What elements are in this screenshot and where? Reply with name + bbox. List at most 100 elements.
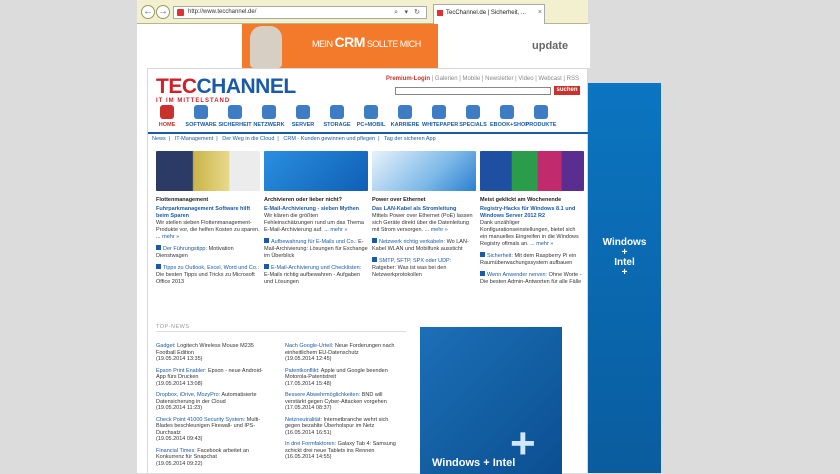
nav-divider bbox=[148, 132, 589, 134]
sub-link[interactable]: SMTP, SFTP, SPX oder UDP: bbox=[379, 258, 451, 264]
search-button[interactable]: suchen bbox=[554, 86, 580, 95]
news-date: (17.05.2014 08:37) bbox=[285, 405, 332, 411]
middle-ad[interactable]: + Windows + Intel bbox=[420, 327, 562, 474]
lock-icon bbox=[228, 105, 242, 119]
sub-link[interactable]: Tipps zu Outlook, Excel, Word und Co.: bbox=[163, 265, 259, 271]
news-link[interactable]: Epson Print Enabler: bbox=[156, 368, 206, 374]
news-link[interactable]: Financial Times: bbox=[156, 448, 196, 454]
link-galerien[interactable]: Galerien bbox=[435, 76, 458, 82]
back-button[interactable]: ← bbox=[141, 5, 155, 19]
bullet-icon bbox=[372, 238, 377, 243]
subnav-news[interactable]: News bbox=[152, 136, 166, 142]
feature-card: Meist geklickt am Wochenende Registry-Ha… bbox=[480, 151, 584, 286]
subnav-crm[interactable]: CRM - Kunden gewinnen und pflegen bbox=[283, 136, 375, 142]
link-rss[interactable]: RSS bbox=[567, 76, 579, 82]
nav-sicherheit[interactable]: SICHERHEIT bbox=[218, 103, 252, 133]
sub-link[interactable]: Aufbewahrung für E-Mails und Co.: bbox=[271, 239, 357, 245]
news-link[interactable]: Bessere Abwehrmöglichkeiten: bbox=[285, 392, 360, 398]
feature-category: Power over Ethernet bbox=[372, 197, 426, 203]
site-logo[interactable]: TECCHANNEL IT IM MITTELSTAND bbox=[156, 76, 296, 104]
premium-login-link[interactable]: Premium-Login bbox=[386, 76, 430, 82]
feature-sub-item: Netzwerk richtig verkabeln: Wo LAN-Kabel… bbox=[372, 238, 476, 253]
news-link[interactable]: Netzneutralität: bbox=[285, 417, 322, 423]
forward-button[interactable]: → bbox=[156, 5, 170, 19]
sub-navigation: News | IT-Management | Der Weg in die Clou… bbox=[152, 136, 439, 142]
laptop-icon bbox=[364, 105, 378, 119]
feature-headline[interactable]: Das LAN-Kabel als Stromleitung bbox=[372, 206, 476, 213]
news-link[interactable]: Nach Google-Urteil: bbox=[285, 343, 333, 349]
sub-link[interactable]: Wenn Anwender nerven: bbox=[487, 272, 547, 278]
nav-home[interactable]: HOME bbox=[150, 103, 184, 133]
news-item: Patentkonflikt: Apple und Google beenden… bbox=[285, 368, 400, 388]
feature-image[interactable] bbox=[480, 151, 584, 191]
address-bar[interactable]: http://www.tecchannel.de/ ⌕ ▾ ↻ bbox=[173, 6, 427, 19]
news-date: (16.05.2014 14:55) bbox=[285, 454, 332, 460]
news-link[interactable]: In drei Formfaktoren: bbox=[285, 441, 336, 447]
subnav-cloud[interactable]: Der Weg in die Cloud bbox=[222, 136, 274, 142]
sidebar-ad[interactable]: Windows + Intel + bbox=[588, 83, 661, 473]
nav-software[interactable]: SOFTWARE bbox=[184, 103, 218, 133]
news-link[interactable]: Dropbox, iDrive, MozyPro: bbox=[156, 392, 220, 398]
top-banner-ad[interactable]: MEIN CRM SOLLTE MICH update bbox=[242, 24, 590, 68]
search-icon[interactable]: ⌕ bbox=[394, 7, 398, 18]
link-video[interactable]: Video bbox=[518, 76, 533, 82]
nav-produkte[interactable]: PRODUKTE bbox=[524, 103, 558, 133]
feature-image[interactable] bbox=[372, 151, 476, 191]
bullet-icon bbox=[372, 257, 377, 262]
nav-storage[interactable]: STORAGE bbox=[320, 103, 354, 133]
news-item: Epson Print Enabler: Epson - neue Androi… bbox=[156, 368, 271, 388]
link-mobile[interactable]: Mobile bbox=[463, 76, 481, 82]
site-container: TECCHANNEL IT IM MITTELSTAND Premium-Log… bbox=[147, 68, 589, 474]
bullet-icon bbox=[264, 264, 269, 269]
news-link[interactable]: Patentkonflikt: bbox=[285, 368, 320, 374]
sub-link[interactable]: Netzwerk richtig verkabeln: bbox=[379, 239, 445, 245]
news-item: Dropbox, iDrive, MozyPro: Automatisierte… bbox=[156, 392, 271, 412]
subnav-it-management[interactable]: IT-Management bbox=[175, 136, 214, 142]
nav-netzwerk[interactable]: NETZWERK bbox=[252, 103, 286, 133]
sub-text: E-Mails richtig aufbewahren - Aufgaben u… bbox=[264, 272, 360, 285]
storage-icon bbox=[330, 105, 344, 119]
feature-headline[interactable]: Registry-Hacks für Windows 8.1 und Windo… bbox=[480, 206, 584, 220]
browser-tab[interactable]: TecChannel.de | Sicherheit, ... × bbox=[433, 4, 545, 24]
feature-headline[interactable]: E-Mail-Archivierung - sieben Mythen bbox=[264, 206, 368, 213]
nav-karriere[interactable]: KARRIERE bbox=[388, 103, 422, 133]
link-webcast[interactable]: Webcast bbox=[539, 76, 562, 82]
feature-headline[interactable]: Fuhrparkmanagement Software hilft beim S… bbox=[156, 206, 260, 220]
tab-title: TecChannel.de | Sicherheit, ... bbox=[446, 10, 526, 16]
bullet-icon bbox=[480, 271, 485, 276]
nav-server[interactable]: SERVER bbox=[286, 103, 320, 133]
link-newsletter[interactable]: Newsletter bbox=[485, 76, 513, 82]
sub-link[interactable]: Sicherheit: bbox=[487, 253, 513, 259]
chevron-down-icon[interactable]: ▾ bbox=[404, 7, 408, 18]
sub-link[interactable]: Der Führungstipp: bbox=[163, 246, 207, 252]
sub-text: Die besten Tipps und Tricks zu Microsoft… bbox=[156, 272, 255, 285]
close-icon[interactable]: × bbox=[538, 5, 542, 21]
nav-ebook-shop[interactable]: EBOOK+SHOP bbox=[490, 103, 529, 133]
feature-image[interactable] bbox=[264, 151, 368, 191]
star-icon bbox=[466, 105, 480, 119]
nav-whitepaper[interactable]: WHITEPAPER bbox=[422, 103, 458, 133]
more-link[interactable]: mehr » bbox=[536, 241, 553, 247]
bullet-icon bbox=[264, 238, 269, 243]
nav-pc-mobil[interactable]: PC+MOBIL bbox=[354, 103, 388, 133]
search-input[interactable] bbox=[395, 87, 551, 95]
more-link[interactable]: mehr » bbox=[330, 227, 347, 233]
news-date: (19.05.2014 13:08) bbox=[156, 380, 203, 387]
news-column-right: Nach Google-Urteil: Neue Forderungen nac… bbox=[285, 343, 400, 466]
book-icon bbox=[500, 105, 514, 119]
feature-text: Wir klären die größten Fehleinschätzunge… bbox=[264, 213, 364, 233]
main-nav: HOME SOFTWARE SICHERHEIT NETZWERK SERVER… bbox=[150, 103, 586, 133]
feature-sub-item: Aufbewahrung für E-Mails und Co.: E-Mail… bbox=[264, 238, 368, 260]
news-link[interactable]: Gadget: bbox=[156, 343, 176, 349]
news-link[interactable]: Check Point 41000 Security System: bbox=[156, 417, 245, 423]
news-item: In drei Formfaktoren: Galaxy Tab 4: Sams… bbox=[285, 441, 400, 461]
refresh-icon[interactable]: ↻ bbox=[414, 7, 420, 18]
nav-specials[interactable]: SPECIALS bbox=[456, 103, 490, 133]
feature-image[interactable] bbox=[156, 151, 260, 191]
sub-link[interactable]: E-Mail-Archivierung und Checklisten: bbox=[271, 265, 361, 271]
more-link[interactable]: mehr » bbox=[431, 227, 448, 233]
feature-category: Meist geklickt am Wochenende bbox=[480, 197, 562, 203]
ad-brand: update bbox=[532, 40, 569, 52]
subnav-sichere-app[interactable]: Tag der sicheren App bbox=[384, 136, 436, 142]
more-link[interactable]: mehr » bbox=[162, 234, 179, 240]
